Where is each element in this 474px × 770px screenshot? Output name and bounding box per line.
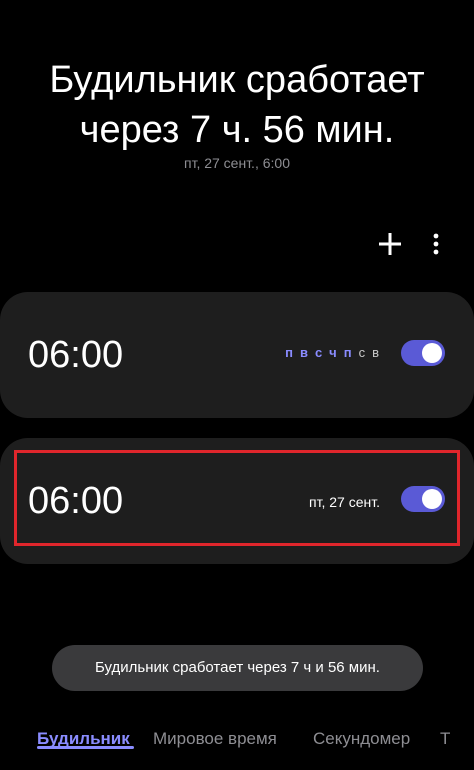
more-options-button[interactable] [428,232,444,258]
day-sat: с [358,345,367,360]
next-alarm-date: пт, 27 сент., 6:00 [184,155,290,171]
add-alarm-button[interactable] [376,230,404,258]
day-fri: п [343,345,353,360]
alarm-toggle[interactable] [401,486,445,512]
day-sun: в [372,345,380,360]
day-thu: ч [329,345,338,360]
day-tue: в [299,345,309,360]
alarm-countdown-title: Будильник сработает через 7 ч. 56 мин. [0,55,474,155]
tab-world-clock[interactable]: Мировое время [153,728,277,750]
alarm-toggle[interactable] [401,340,445,366]
alarm-date: пт, 27 сент. [309,494,380,510]
more-vertical-icon [433,233,439,255]
title-line-1: Будильник сработает [49,59,425,101]
day-mon: п [285,345,294,360]
toggle-knob [422,489,442,509]
alarm-days: п в с ч п с в [285,345,380,360]
toast-message: Будильник сработает через 7 ч и 56 мин. [52,645,423,691]
alarm-time: 06:00 [28,480,124,522]
tab-timer[interactable]: Т [440,728,450,750]
bottom-tabs: Будильник Мировое время Секундомер Т [0,720,474,770]
alarm-card-once[interactable]: 06:00 пт, 27 сент. [0,438,474,564]
alarm-card-recurring[interactable]: 06:00 п в с ч п с в [0,292,474,418]
alarm-time: 06:00 [28,334,124,376]
active-tab-indicator [37,746,134,749]
title-line-2: через 7 ч. 56 мин. [79,109,395,151]
day-wed: с [314,345,324,360]
tab-stopwatch[interactable]: Секундомер [313,728,410,750]
toggle-knob [422,343,442,363]
plus-icon [379,233,401,255]
